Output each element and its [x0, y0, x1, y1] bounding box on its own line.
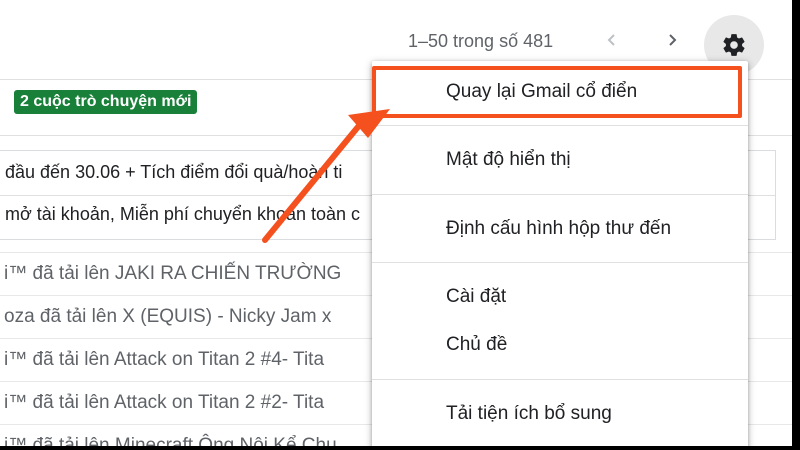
new-conversations-badge[interactable]: 2 cuộc trò chuyện mới	[14, 90, 198, 114]
gear-icon	[723, 34, 745, 56]
chevron-right-icon[interactable]	[665, 33, 679, 47]
menu-item-label: Tải tiện ích bổ sung	[446, 403, 612, 424]
chevron-left-icon[interactable]	[605, 33, 619, 47]
menu-item-configure-inbox[interactable]: Định cấu hình hộp thư đến	[372, 207, 748, 251]
gmail-window: 1–50 trong số 481 2 cuộc trò chuyện mới …	[0, 0, 792, 446]
menu-item-label: Chủ đề	[446, 334, 508, 355]
menu-item-themes[interactable]: Chủ đề	[372, 323, 748, 367]
settings-dropdown-menu: Quay lại Gmail cổ điển Mật độ hiển thị Đ…	[372, 61, 748, 446]
menu-item-label: Định cấu hình hộp thư đến	[446, 218, 672, 239]
menu-divider	[372, 262, 748, 263]
menu-divider	[372, 125, 748, 126]
menu-item-get-addons[interactable]: Tải tiện ích bổ sung	[372, 392, 748, 436]
highlight-box	[372, 66, 742, 118]
menu-item-label: Mật độ hiển thị	[446, 149, 571, 170]
menu-item-label: Cài đặt	[446, 286, 507, 307]
menu-divider	[372, 379, 748, 380]
menu-divider	[372, 194, 748, 195]
menu-item-settings[interactable]: Cài đặt	[372, 275, 748, 319]
email-snippet: i™ đã tải lên Attack on Titan 2 #2- Tita	[4, 392, 325, 413]
email-snippet: i™ đã tải lên JAKI RA CHIẾN TRƯỜNG	[4, 263, 342, 284]
email-snippet: oza đã tải lên X (EQUIS) - Nicky Jam x	[4, 306, 332, 327]
menu-item-display-density[interactable]: Mật độ hiển thị	[372, 138, 748, 182]
pagination-count: 1–50 trong số 481	[408, 31, 554, 51]
promo-line[interactable]: mở tài khoản, Miễn phí chuyển khoản toàn…	[5, 204, 360, 225]
promo-line[interactable]: đầu đến 30.06 + Tích điểm đổi quà/hoàn t…	[5, 162, 342, 183]
email-snippet: i™ đã tải lên Minecraft Ông Nội Kể Chu	[4, 435, 337, 446]
email-snippet: i™ đã tải lên Attack on Titan 2 #4- Tita	[4, 349, 325, 370]
